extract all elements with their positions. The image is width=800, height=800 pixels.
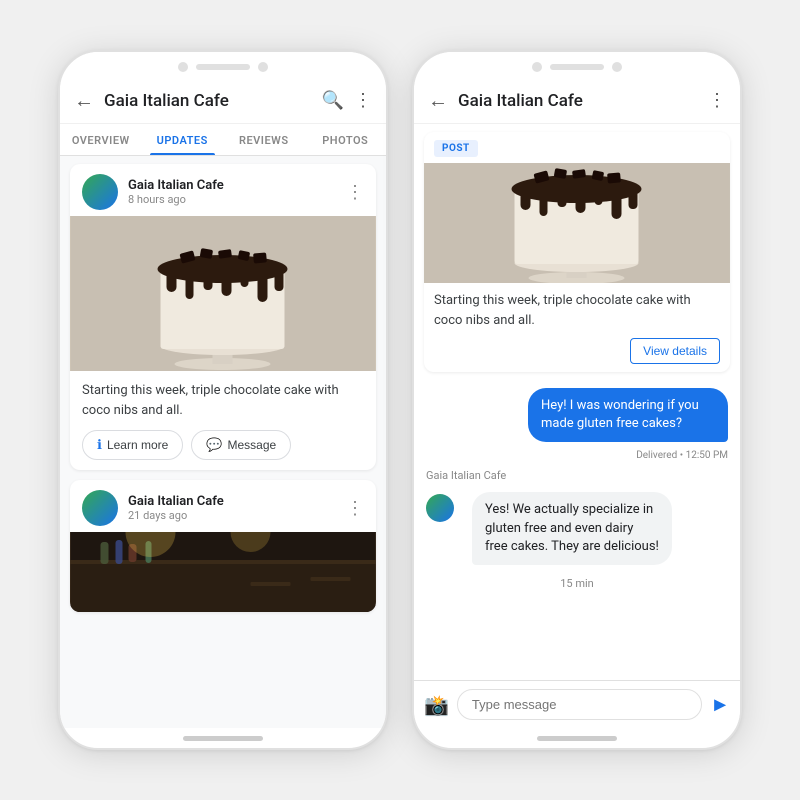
camera2-right <box>612 62 622 72</box>
attach-icon[interactable]: 📸 <box>424 693 449 717</box>
feed-left: Gaia Italian Cafe 8 hours ago ⋮ <box>60 156 386 728</box>
phone-content-right: ← Gaia Italian Cafe ⋮ POST <box>414 78 740 728</box>
card-2-name: Gaia Italian Cafe <box>128 494 346 509</box>
tab-photos[interactable]: PHOTOS <box>305 124 387 155</box>
delivered-label: Delivered • 12:50 PM <box>426 450 728 461</box>
app-header-right: ← Gaia Italian Cafe ⋮ <box>414 78 740 124</box>
menu-icon-right[interactable]: ⋮ <box>708 90 726 111</box>
phone-top-bar-left <box>60 52 386 78</box>
avatar-chat <box>426 494 454 522</box>
scene: ← Gaia Italian Cafe 🔍 ⋮ OVERVIEW UPDATES… <box>58 50 742 750</box>
home-indicator-left <box>183 736 263 741</box>
card-1: Gaia Italian Cafe 8 hours ago ⋮ <box>70 164 376 470</box>
card-2-image <box>70 532 376 612</box>
card-1-image <box>70 216 376 371</box>
message-icon: 💬 <box>206 437 222 453</box>
home-indicator-right <box>537 736 617 741</box>
avatar-1 <box>82 174 118 210</box>
card-1-meta: Gaia Italian Cafe 8 hours ago <box>128 178 346 206</box>
learn-more-label: Learn more <box>107 438 168 452</box>
post-tag: POST <box>434 140 478 157</box>
info-icon: ℹ <box>97 437 102 453</box>
card-2: Gaia Italian Cafe 21 days ago ⋮ <box>70 480 376 612</box>
phone-top-bar-right <box>414 52 740 78</box>
card-1-actions: ℹ Learn more 💬 Message <box>82 430 364 460</box>
chat-post-image <box>424 163 730 283</box>
tab-reviews[interactable]: REVIEWS <box>223 124 305 155</box>
card-1-menu[interactable]: ⋮ <box>346 182 364 203</box>
back-button-left[interactable]: ← <box>74 88 94 113</box>
send-icon[interactable]: ► <box>710 692 730 717</box>
chat-post-card: POST <box>424 132 730 372</box>
learn-more-button[interactable]: ℹ Learn more <box>82 430 183 460</box>
card-2-time: 21 days ago <box>128 509 346 522</box>
back-button-right[interactable]: ← <box>428 88 448 113</box>
card-2-header: Gaia Italian Cafe 21 days ago ⋮ <box>70 480 376 532</box>
phone-content-left: ← Gaia Italian Cafe 🔍 ⋮ OVERVIEW UPDATES… <box>60 78 386 728</box>
phone-bottom-bar-right <box>414 728 740 748</box>
card-1-body: Starting this week, triple chocolate cak… <box>70 371 376 470</box>
card-1-header: Gaia Italian Cafe 8 hours ago ⋮ <box>70 164 376 216</box>
tab-updates[interactable]: UPDATES <box>142 124 224 155</box>
chat-input-bar: 📸 ► <box>414 680 740 728</box>
tabs-left: OVERVIEW UPDATES REVIEWS PHOTOS <box>60 124 386 156</box>
phone-left: ← Gaia Italian Cafe 🔍 ⋮ OVERVIEW UPDATES… <box>58 50 388 750</box>
search-icon-left[interactable]: 🔍 <box>322 90 344 111</box>
chat-post-text: Starting this week, triple chocolate cak… <box>434 291 720 330</box>
menu-icon-left[interactable]: ⋮ <box>354 90 372 111</box>
reply-wrap: Yes! We actually specialize in gluten fr… <box>426 492 728 565</box>
header-title-left: Gaia Italian Cafe <box>104 91 312 111</box>
speaker-right <box>550 64 604 70</box>
card-2-meta: Gaia Italian Cafe 21 days ago <box>128 494 346 522</box>
speaker-left <box>196 64 250 70</box>
card-2-menu[interactable]: ⋮ <box>346 498 364 519</box>
camera-left <box>178 62 188 72</box>
app-header-left: ← Gaia Italian Cafe 🔍 ⋮ <box>60 78 386 124</box>
sender-name-label: Gaia Italian Cafe <box>426 469 728 482</box>
message-input[interactable] <box>457 689 702 720</box>
card-1-time: 8 hours ago <box>128 193 346 206</box>
time-divider: 15 min <box>426 573 728 594</box>
camera2-left <box>258 62 268 72</box>
view-details-button[interactable]: View details <box>630 338 720 364</box>
user-message-bubble: Hey! I was wondering if you made gluten … <box>528 388 728 442</box>
reply-bubble: Yes! We actually specialize in gluten fr… <box>472 492 672 565</box>
camera-right <box>532 62 542 72</box>
card-1-text: Starting this week, triple chocolate cak… <box>82 381 364 420</box>
chat-area: Hey! I was wondering if you made gluten … <box>414 380 740 680</box>
card-1-name: Gaia Italian Cafe <box>128 178 346 193</box>
avatar-2 <box>82 490 118 526</box>
phone-right: ← Gaia Italian Cafe ⋮ POST <box>412 50 742 750</box>
message-label: Message <box>228 438 277 452</box>
header-title-right: Gaia Italian Cafe <box>458 91 698 111</box>
chat-post-body: Starting this week, triple chocolate cak… <box>424 283 730 372</box>
message-button[interactable]: 💬 Message <box>191 430 291 460</box>
phone-bottom-bar-left <box>60 728 386 748</box>
tab-overview[interactable]: OVERVIEW <box>60 124 142 155</box>
